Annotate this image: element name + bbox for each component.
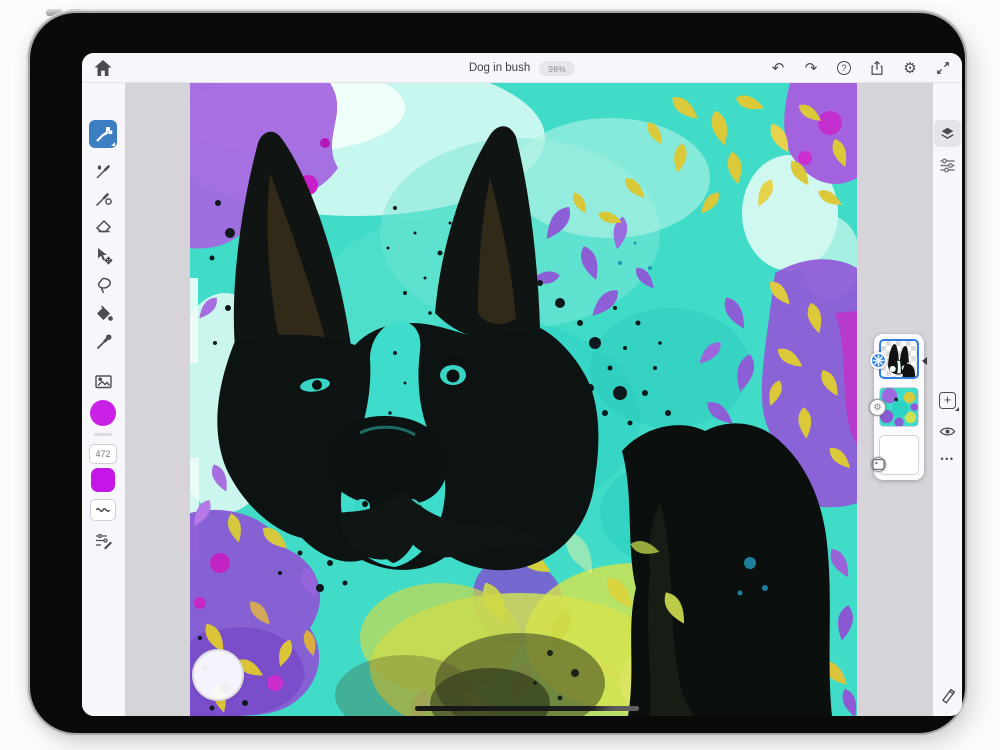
home-icon[interactable] <box>93 59 113 77</box>
right-panel-rail: + ••• <box>933 83 962 716</box>
fill-color-swatch[interactable] <box>91 468 115 492</box>
tool-eyedropper[interactable] <box>93 332 114 353</box>
tool-eraser[interactable] <box>93 216 114 237</box>
add-layer-button[interactable]: + <box>939 392 956 409</box>
stylus-icon[interactable] <box>938 685 957 704</box>
brush-size-field[interactable]: 472 <box>89 444 117 464</box>
tool-lasso[interactable] <box>93 275 114 296</box>
primary-color-dot[interactable] <box>90 400 116 426</box>
app-screen: Dog in bush 98% ↶ ↷ ? ⚙ <box>82 53 962 716</box>
canvas-workspace[interactable] <box>125 83 933 716</box>
layer-adjust-badge[interactable]: ⚙ <box>869 399 886 416</box>
layer-thumbnail-empty[interactable] <box>879 435 919 475</box>
settings-gear-icon[interactable]: ⚙ <box>901 59 919 77</box>
ipad-device-frame: Dog in bush 98% ↶ ↷ ? ⚙ <box>30 13 965 733</box>
layer-more-options[interactable]: ••• <box>935 454 960 464</box>
artwork-canvas[interactable] <box>190 83 857 716</box>
layer-handle-arrow <box>922 357 927 365</box>
layer-reference-badge[interactable] <box>871 457 886 472</box>
share-icon[interactable] <box>868 59 886 77</box>
tool-options-corner <box>111 142 115 146</box>
home-indicator-bar[interactable] <box>415 706 639 711</box>
tool-move[interactable] <box>93 245 114 266</box>
layer-thumbnail-dog[interactable] <box>879 339 919 379</box>
selected-layer-badge[interactable] <box>870 352 887 369</box>
undo-icon[interactable]: ↶ <box>769 59 787 77</box>
zoom-level-badge[interactable]: 98% <box>539 61 575 76</box>
brush-settings-sliders-icon[interactable] <box>93 530 114 551</box>
add-layer-options-corner <box>955 407 959 411</box>
expand-icon[interactable] <box>934 59 952 77</box>
tool-mixer-brush[interactable] <box>93 188 114 209</box>
adjustments-icon[interactable] <box>938 156 957 175</box>
layers-panel-button[interactable] <box>934 120 961 147</box>
tool-live-watercolor-brush[interactable] <box>93 161 114 182</box>
left-tool-rail: 472 <box>82 83 125 716</box>
dog-in-bush-artwork <box>190 83 857 716</box>
layers-thumbnail-panel: ⚙ <box>874 334 924 480</box>
rail-divider <box>94 433 112 436</box>
tool-place-image[interactable] <box>93 371 114 392</box>
stroke-smoothing-wave-icon[interactable] <box>90 499 116 521</box>
touch-shortcut-button[interactable] <box>192 649 244 701</box>
top-toolbar: Dog in bush 98% ↶ ↷ ? ⚙ <box>82 53 962 83</box>
redo-icon[interactable]: ↷ <box>802 59 820 77</box>
document-title: Dog in bush <box>469 62 530 74</box>
help-icon[interactable]: ? <box>835 59 853 77</box>
tool-fill[interactable] <box>93 303 114 324</box>
tool-pixel-brush[interactable] <box>89 120 117 148</box>
layer-visibility-eye-icon[interactable] <box>939 425 956 438</box>
layer-thumbnail-background[interactable]: ⚙ <box>879 387 919 427</box>
